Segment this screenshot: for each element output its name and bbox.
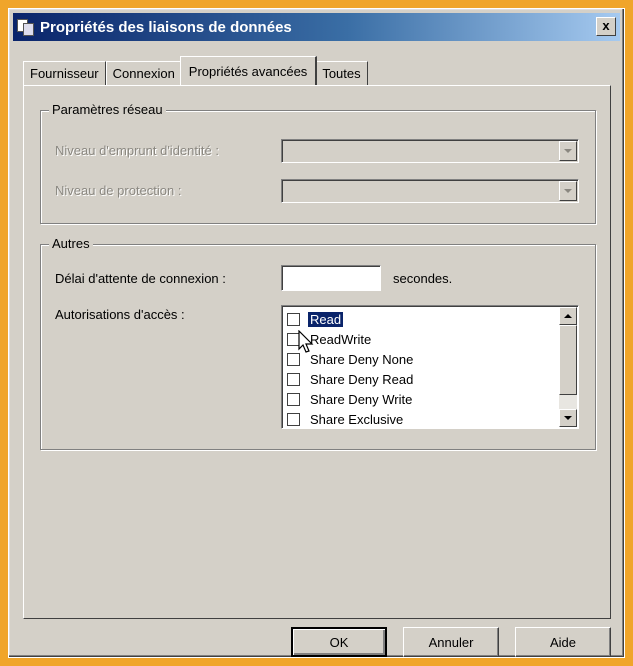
- list-item-read[interactable]: Read: [287, 309, 344, 329]
- network-settings-group: Paramètres réseau Niveau d'emprunt d'ide…: [40, 102, 596, 224]
- scroll-up-icon[interactable]: [559, 307, 577, 325]
- scrollbar-thumb[interactable]: [559, 325, 577, 395]
- checkbox[interactable]: [287, 352, 300, 366]
- impersonation-level-select: [281, 139, 579, 163]
- checkbox[interactable]: [287, 312, 300, 326]
- list-item-label: Share Deny Write: [310, 391, 413, 407]
- list-item-share-deny-read[interactable]: Share Deny Read: [287, 369, 415, 389]
- list-scrollbar[interactable]: [559, 307, 577, 427]
- close-button[interactable]: x: [596, 17, 616, 36]
- list-item-label: Share Exclusive: [310, 411, 404, 427]
- tab-proprietes-avancees[interactable]: Propriétés avancées: [179, 56, 318, 85]
- access-permissions-list[interactable]: Read ReadWrite Share Deny None Share Den…: [281, 305, 579, 429]
- chevron-down-icon: [559, 141, 577, 161]
- cancel-button[interactable]: Annuler: [403, 627, 499, 657]
- protection-level-select: [281, 179, 579, 203]
- data-link-properties-dialog: Propriétés des liaisons de données x Fou…: [8, 8, 625, 658]
- tab-panel-advanced: Paramètres réseau Niveau d'emprunt d'ide…: [23, 85, 611, 619]
- other-settings-group: Autres Délai d'attente de connexion : se…: [40, 236, 596, 450]
- list-item-share-exclusive[interactable]: Share Exclusive: [287, 409, 405, 428]
- scroll-down-icon[interactable]: [559, 409, 577, 427]
- list-item-label: Share Deny None: [310, 351, 414, 367]
- data-link-icon: [17, 19, 35, 36]
- checkbox[interactable]: [287, 412, 300, 426]
- connection-timeout-input[interactable]: [281, 265, 381, 291]
- impersonation-level-label: Niveau d'emprunt d'identité :: [55, 143, 219, 158]
- checkbox[interactable]: [287, 392, 300, 406]
- list-item-share-deny-write[interactable]: Share Deny Write: [287, 389, 414, 409]
- network-settings-title: Paramètres réseau: [49, 102, 166, 117]
- tab-toutes[interactable]: Toutes: [315, 61, 368, 85]
- connection-timeout-label: Délai d'attente de connexion :: [55, 271, 226, 286]
- tab-strip: Fournisseur Connexion Propriétés avancée…: [23, 55, 368, 85]
- tab-connexion[interactable]: Connexion: [105, 61, 182, 85]
- title-bar[interactable]: Propriétés des liaisons de données x: [13, 13, 620, 41]
- mouse-cursor-icon: [298, 330, 314, 353]
- help-button[interactable]: Aide: [515, 627, 611, 657]
- chevron-down-icon: [559, 181, 577, 201]
- list-item-label: ReadWrite: [310, 331, 372, 347]
- list-item-label: Read: [308, 311, 344, 327]
- checkbox[interactable]: [287, 372, 300, 386]
- protection-level-label: Niveau de protection :: [55, 183, 182, 198]
- access-permissions-label: Autorisations d'accès :: [55, 307, 185, 322]
- list-item-label: Share Deny Read: [310, 371, 414, 387]
- window-title: Propriétés des liaisons de données: [40, 18, 292, 36]
- timeout-unit-label: secondes.: [393, 271, 453, 286]
- tab-fournisseur[interactable]: Fournisseur: [23, 61, 106, 85]
- other-settings-title: Autres: [49, 236, 93, 251]
- ok-button[interactable]: OK: [291, 627, 387, 657]
